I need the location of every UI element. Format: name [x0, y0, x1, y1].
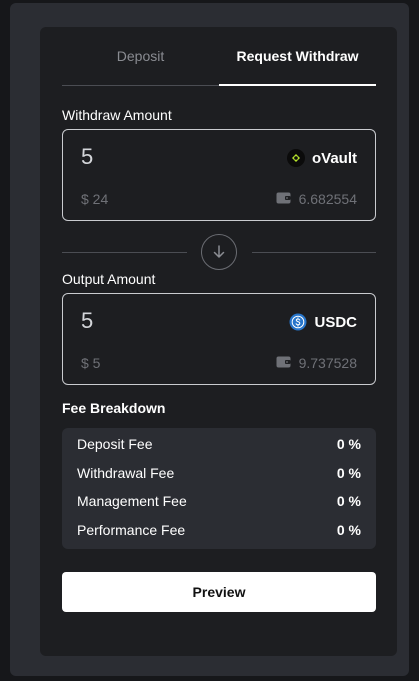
fee-label: Performance Fee	[77, 522, 186, 538]
tab-request-withdraw[interactable]: Request Withdraw	[219, 27, 376, 86]
fee-label: Management Fee	[77, 493, 187, 509]
withdraw-amount-box: oVault $ 24 6.682554	[62, 129, 376, 221]
ovault-logo-icon	[286, 149, 305, 167]
output-token-selector[interactable]: USDC	[289, 313, 357, 331]
output-amount-box: USDC $ 5 9.737528	[62, 293, 376, 385]
fee-breakdown-box: Deposit Fee 0 % Withdrawal Fee 0 % Manag…	[62, 428, 376, 549]
usdc-logo-icon	[289, 313, 307, 331]
withdraw-token-selector[interactable]: oVault	[286, 149, 357, 167]
fee-label: Withdrawal Fee	[77, 465, 175, 481]
fee-value: 0 %	[336, 493, 361, 509]
output-balance: 9.737528	[276, 355, 357, 371]
fee-row-management: Management Fee 0 %	[77, 493, 361, 509]
withdraw-amount-input[interactable]	[81, 144, 231, 170]
fee-label: Deposit Fee	[77, 436, 153, 452]
output-amount-input[interactable]	[81, 308, 231, 334]
preview-button[interactable]: Preview	[62, 572, 376, 612]
withdraw-amount-label: Withdraw Amount	[62, 107, 172, 123]
withdraw-usd-value: $ 24	[81, 191, 109, 207]
wallet-icon	[276, 355, 291, 371]
outer-panel: Deposit Request Withdraw Withdraw Amount…	[10, 3, 409, 676]
swap-direction-button[interactable]	[201, 234, 237, 270]
withdraw-token-label: oVault	[311, 149, 357, 167]
fee-value: 0 %	[336, 465, 361, 481]
tab-bar: Deposit Request Withdraw	[62, 27, 376, 86]
wallet-icon	[276, 191, 291, 207]
output-token-label: USDC	[314, 313, 357, 331]
arrow-down-icon	[213, 245, 225, 258]
fee-row-withdrawal: Withdrawal Fee 0 %	[77, 465, 361, 481]
output-amount-label: Output Amount	[62, 271, 156, 287]
fee-value: 0 %	[336, 436, 361, 452]
fee-breakdown-title: Fee Breakdown	[62, 400, 166, 416]
output-balance-value: 9.737528	[298, 355, 357, 371]
withdraw-balance-value: 6.682554	[298, 191, 357, 207]
fee-value: 0 %	[336, 522, 361, 538]
fee-row-performance: Performance Fee 0 %	[77, 522, 361, 538]
withdraw-balance: 6.682554	[276, 191, 357, 207]
fee-row-deposit: Deposit Fee 0 %	[77, 436, 361, 452]
tab-deposit[interactable]: Deposit	[62, 27, 219, 85]
withdraw-card: Deposit Request Withdraw Withdraw Amount…	[40, 27, 397, 656]
swap-divider	[62, 234, 376, 270]
output-usd-value: $ 5	[81, 355, 101, 371]
divider-line-right	[252, 252, 376, 253]
divider-line-left	[62, 252, 187, 253]
